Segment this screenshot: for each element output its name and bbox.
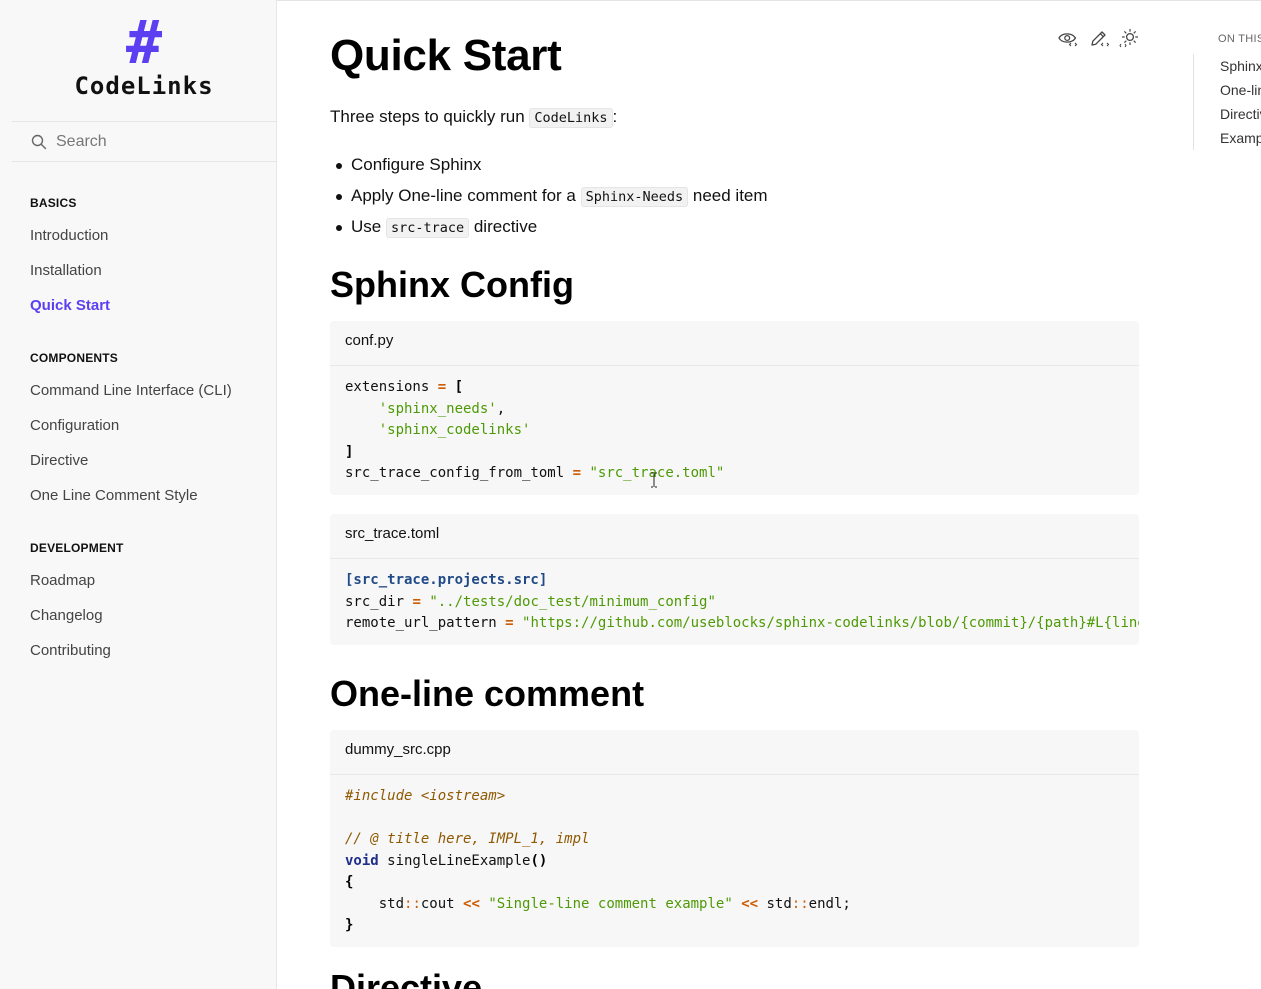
- sidebar-item-one-line-comment-style[interactable]: One Line Comment Style: [30, 478, 232, 513]
- code-content[interactable]: #include <iostream> // @ title here, IMP…: [330, 775, 1139, 947]
- toc-item-one-line-comment[interactable]: One-line comment: [1220, 78, 1261, 102]
- theme-toggle-icon[interactable]: [1119, 28, 1140, 49]
- view-source-icon[interactable]: [1057, 28, 1078, 49]
- list-item: Use src-trace directive: [336, 212, 768, 244]
- toc-list: Sphinx Config One-line comment Directive…: [1193, 54, 1261, 150]
- code-block-conf-py[interactable]: conf.py extensions = [ 'sphinx_needs', '…: [330, 321, 1139, 495]
- nav-heading: COMPONENTS: [30, 351, 119, 365]
- sidebar: # CodeLinks BASICS Introduction Installa…: [0, 0, 277, 989]
- toc-item-sphinx-config[interactable]: Sphinx Config: [1220, 54, 1261, 78]
- logo-hash-icon[interactable]: #: [0, 10, 288, 76]
- section-heading-directive-partial: Directive: [330, 967, 483, 989]
- text-cursor-icon: [650, 472, 658, 488]
- nav-section-basics: BASICS Introduction Installation Quick S…: [30, 194, 110, 323]
- toc-item-directive[interactable]: Directive: [1220, 102, 1261, 126]
- steps-list: Configure Sphinx Apply One-line comment …: [336, 150, 768, 244]
- code-caption: conf.py: [330, 321, 1139, 366]
- search-bar[interactable]: [12, 121, 276, 162]
- sidebar-item-changelog[interactable]: Changelog: [30, 598, 124, 633]
- sidebar-item-quick-start[interactable]: Quick Start: [30, 288, 110, 323]
- code-content[interactable]: [src_trace.projects.src] src_dir = "../t…: [330, 559, 1139, 645]
- step-text: Apply One-line comment for a: [351, 185, 581, 205]
- sidebar-item-installation[interactable]: Installation: [30, 253, 110, 288]
- intro-suffix: :: [612, 107, 618, 126]
- section-heading-sphinx-config: Sphinx Config: [330, 264, 574, 305]
- code-caption: src_trace.toml: [330, 514, 1139, 559]
- code-block-dummy-src-cpp[interactable]: dummy_src.cpp #include <iostream> // @ t…: [330, 730, 1139, 947]
- edit-pencil-icon[interactable]: [1088, 28, 1110, 49]
- toc-title: ON THIS PAGE: [1218, 33, 1261, 45]
- search-icon: [30, 133, 48, 151]
- code-caption: dummy_src.cpp: [330, 730, 1139, 775]
- sidebar-item-configuration[interactable]: Configuration: [30, 408, 232, 443]
- nav-heading: DEVELOPMENT: [30, 541, 124, 555]
- section-heading-one-line-comment: One-line comment: [330, 673, 645, 714]
- step-text: Configure Sphinx: [351, 155, 482, 174]
- step-text: directive: [469, 217, 538, 236]
- inline-code: src-trace: [385, 218, 470, 238]
- sidebar-item-cli[interactable]: Command Line Interface (CLI): [30, 373, 232, 408]
- list-item: Apply One-line comment for a Sphinx-Need…: [336, 181, 768, 213]
- sidebar-item-directive[interactable]: Directive: [30, 443, 232, 478]
- list-item: Configure Sphinx: [336, 150, 768, 181]
- intro-text: Three steps to quickly run: [330, 107, 530, 126]
- nav-heading: BASICS: [30, 196, 77, 210]
- nav-section-components: COMPONENTS Command Line Interface (CLI) …: [30, 349, 232, 513]
- on-this-page-toc: ON THIS PAGE Sphinx Config One-line comm…: [1193, 30, 1261, 150]
- intro-paragraph: Three steps to quickly run CodeLinks:: [330, 106, 617, 129]
- step-text: need item: [688, 185, 768, 205]
- inline-code: Sphinx-Needs: [580, 186, 689, 207]
- code-content[interactable]: extensions = [ 'sphinx_needs', 'sphinx_c…: [330, 366, 1139, 495]
- page-toolbar: [1057, 28, 1140, 49]
- inline-code: CodeLinks: [529, 108, 613, 128]
- toc-item-example[interactable]: Example: [1220, 126, 1261, 150]
- search-input[interactable]: [56, 132, 256, 151]
- sidebar-item-roadmap[interactable]: Roadmap: [30, 563, 124, 598]
- page-title: Quick Start: [330, 31, 562, 80]
- logo-text[interactable]: CodeLinks: [0, 72, 288, 100]
- step-text: Use: [351, 217, 386, 236]
- code-block-src-trace-toml[interactable]: src_trace.toml [src_trace.projects.src] …: [330, 514, 1139, 645]
- sidebar-item-introduction[interactable]: Introduction: [30, 218, 110, 253]
- nav-section-development: DEVELOPMENT Roadmap Changelog Contributi…: [30, 539, 124, 668]
- sidebar-item-contributing[interactable]: Contributing: [30, 633, 124, 668]
